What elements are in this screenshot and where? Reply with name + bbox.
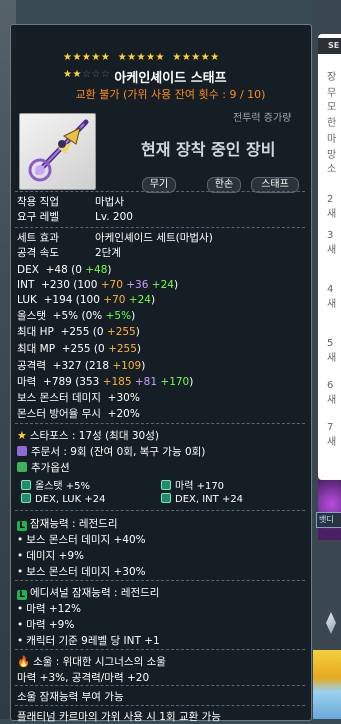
- level-value: Lv. 200: [95, 211, 133, 223]
- potential-line: • 데미지 +9%: [17, 550, 84, 562]
- stat-magic: 마력 +789 (353 +185 +81 +170): [17, 376, 194, 388]
- side-number: 3새: [327, 230, 337, 256]
- side-line: 마: [327, 134, 337, 145]
- job-label: 착용 직업: [17, 196, 59, 208]
- soul-line: 마력 +3%, 공격력/마력 +20: [17, 672, 150, 684]
- set-value: 아케인셰이드 세트(마법사): [95, 232, 213, 244]
- stat-max-mp: 최대 MP +255 (0 +255): [17, 343, 142, 355]
- star-icon: ★: [17, 429, 27, 442]
- starforce-row: ★ 스타포스 : 17성 (최대 30성): [17, 429, 159, 442]
- potential-title: L 잠재능력 : 레전드리: [17, 516, 118, 531]
- soul-note: 소울 잠재능력 부여 가능: [17, 691, 124, 703]
- side-number: 7새: [327, 422, 337, 448]
- item-icon: [19, 113, 96, 190]
- add-option-dex-int: DEX, INT +24: [161, 493, 243, 505]
- side-panel-header: SE: [318, 38, 341, 54]
- potential-line: • 보스 몬스터 데미지 +40%: [17, 534, 146, 546]
- side-portrait: [318, 480, 341, 540]
- additional-potential-line: • 캐릭터 기준 9레벨 당 INT +1: [17, 635, 160, 647]
- side-number: 2새: [327, 194, 337, 220]
- legendary-icon: L: [17, 590, 27, 600]
- item-tooltip: ★★★★★ ★★★★★ ★★★★★ ★★☆☆☆ 전투력 증가량 현재 장착 중인…: [10, 24, 312, 723]
- soul-icon: 🔥: [17, 656, 31, 668]
- side-line: 망: [327, 150, 337, 161]
- additional-potential-line: • 마력 +12%: [17, 603, 81, 615]
- speed-row: 공격 속도 2단계: [17, 246, 121, 260]
- option-icon: [21, 493, 31, 503]
- speed-value: 2단계: [95, 247, 122, 259]
- side-number: 5새: [327, 338, 337, 364]
- side-line: 한: [327, 118, 337, 129]
- add-option-dex-luk: DEX, LUK +24: [21, 493, 105, 505]
- set-label: 세트 효과: [17, 232, 59, 244]
- starforce-stars-row1: ★★★★★ ★★★★★ ★★★★★: [63, 52, 220, 63]
- job-value: 마법사: [95, 196, 124, 208]
- stat-boss-damage: 보스 몬스터 데미지 +30%: [17, 392, 140, 404]
- item-name: 아케인셰이드 스태프: [114, 71, 227, 86]
- equipped-indicator: 현재 장착 중인 장비: [141, 140, 276, 159]
- job-row: 착용 직업 마법사: [17, 195, 124, 209]
- staff-icon: [28, 119, 89, 182]
- soul-title: 🔥 소울 : 위대한 시그너스의 소울: [17, 656, 166, 668]
- trade-info: 교환 불가 (가위 사용 잔여 횟수 : 9 / 10): [75, 88, 266, 101]
- stat-allstat: 올스탯 +5% (0% +5%): [17, 310, 136, 322]
- additional-option-title: 추가옵션: [17, 460, 70, 475]
- side-number: 6새: [327, 380, 337, 406]
- level-label: 요구 레벨: [17, 211, 59, 223]
- stat-dex: DEX +48 (0 +48): [17, 264, 112, 276]
- potential-line: • 보스 몬스터 데미지 +30%: [17, 566, 146, 578]
- set-row: 세트 효과 아케인셰이드 세트(마법사): [17, 231, 213, 245]
- stat-ignore-defense: 몬스터 방어율 무시 +20%: [17, 408, 140, 420]
- side-tab[interactable]: 뱃디: [316, 512, 341, 528]
- legendary-icon: L: [17, 521, 27, 531]
- add-option-magic: 마력 +170: [161, 477, 224, 492]
- scroll-icon: [17, 446, 27, 456]
- additional-potential-line: • 마력 +9%: [17, 619, 75, 631]
- stat-luk: LUK +194 (100 +70 +24): [17, 294, 156, 306]
- additional-potential-title: L 에디셔널 잠재능력 : 레전드리: [17, 585, 159, 600]
- side-number: 4새: [327, 284, 337, 310]
- stat-attack: 공격력 +327 (218 +109): [17, 360, 146, 372]
- scroll-row: 주문서 : 9회 (잔여 0회, 복구 가능 0회): [17, 444, 205, 459]
- level-row: 요구 레벨 Lv. 200: [17, 210, 133, 224]
- leaf-icon: [17, 462, 27, 472]
- option-icon: [21, 480, 31, 490]
- add-option-allstat: 올스탯 +5%: [21, 477, 90, 492]
- option-icon: [161, 493, 171, 503]
- stat-int: INT +230 (100 +70 +36 +24): [17, 279, 179, 291]
- stat-max-hp: 최대 HP +255 (0 +255): [17, 326, 140, 338]
- side-line: 소: [327, 164, 337, 175]
- combat-power-label: 전투력 증가량: [233, 113, 292, 124]
- option-icon: [161, 480, 171, 490]
- event-badge[interactable]: [313, 650, 341, 719]
- speed-label: 공격 속도: [17, 247, 59, 259]
- footer-note: 플래티넘 카르마의 가위 사용 시 1회 교환 가능: [17, 711, 221, 723]
